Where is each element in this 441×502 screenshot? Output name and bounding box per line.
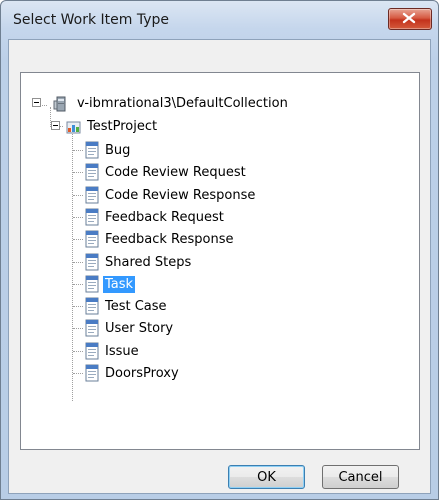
close-button[interactable] <box>388 8 432 30</box>
tree-root-label[interactable]: v-ibmrational3\DefaultCollection <box>75 95 290 112</box>
tree-item[interactable]: Test Case <box>21 297 419 317</box>
work-item-type-icon <box>85 186 99 204</box>
tree-item-label: Feedback Response <box>105 232 234 247</box>
dialog-window: Select Work Item Type v-ibmrational3\Def… <box>0 0 439 500</box>
tree-connector <box>73 373 83 374</box>
server-icon <box>53 96 66 112</box>
work-item-type-icon <box>85 342 99 360</box>
tree-item-label: Test Case <box>105 299 167 314</box>
close-icon <box>402 12 416 24</box>
work-item-type-icon <box>85 297 99 315</box>
tree-connector <box>73 150 83 151</box>
window-title: Select Work Item Type <box>13 12 170 28</box>
tree-project-label[interactable]: TestProject <box>85 118 159 135</box>
team-project-icon <box>66 121 81 134</box>
work-item-type-icon <box>85 141 99 159</box>
work-item-type-icon <box>85 163 99 181</box>
tree-item[interactable]: Code Review Response <box>21 186 419 206</box>
root-collapse-toggle[interactable] <box>32 98 41 107</box>
tree-connector <box>73 351 83 352</box>
tree-item[interactable]: Shared Steps <box>21 253 419 273</box>
tree-item-label: Issue <box>105 344 139 359</box>
cancel-button[interactable]: Cancel <box>322 465 399 489</box>
tree-item-label: Code Review Request <box>105 165 246 180</box>
tree-item-label: Shared Steps <box>105 255 192 270</box>
work-item-type-icon <box>85 253 99 271</box>
tree-connector <box>73 172 83 173</box>
tree-item[interactable]: Task <box>21 275 419 295</box>
tree-item[interactable]: Feedback Request <box>21 208 419 228</box>
tree-item[interactable]: User Story <box>21 319 419 339</box>
ok-button[interactable]: OK <box>228 465 305 489</box>
tree-connector <box>73 195 83 196</box>
tree-item[interactable]: Feedback Response <box>21 230 419 250</box>
work-item-type-icon <box>85 364 99 382</box>
work-item-type-icon <box>85 319 99 337</box>
tree-item[interactable]: Issue <box>21 342 419 362</box>
tree-item-label: Bug <box>105 143 131 158</box>
tree-item[interactable]: DoorsProxy <box>21 364 419 384</box>
tree-item-label: User Story <box>105 321 174 336</box>
tree-item-label: Task <box>103 276 136 293</box>
tree-item[interactable]: Code Review Request <box>21 163 419 183</box>
tree-connector <box>73 239 83 240</box>
work-item-type-icon <box>85 208 99 226</box>
tree-connector <box>73 306 83 307</box>
tree-connector <box>73 328 83 329</box>
title-bar[interactable]: Select Work Item Type <box>1 1 438 39</box>
dialog-client-area: v-ibmrational3\DefaultCollection TestPro… <box>8 39 431 494</box>
tree-item-label: DoorsProxy <box>105 366 179 381</box>
project-collapse-toggle[interactable] <box>51 121 60 130</box>
work-item-type-icon <box>85 275 99 293</box>
tree-connector <box>73 217 83 218</box>
tree-connector <box>73 284 83 285</box>
tree-connector <box>73 262 83 263</box>
tree-item[interactable]: Bug <box>21 141 419 161</box>
work-item-type-tree[interactable]: v-ibmrational3\DefaultCollection TestPro… <box>20 72 420 450</box>
tree-item-label: Feedback Request <box>105 210 224 225</box>
tree-item-label: Code Review Response <box>105 188 256 203</box>
work-item-type-icon <box>85 230 99 248</box>
